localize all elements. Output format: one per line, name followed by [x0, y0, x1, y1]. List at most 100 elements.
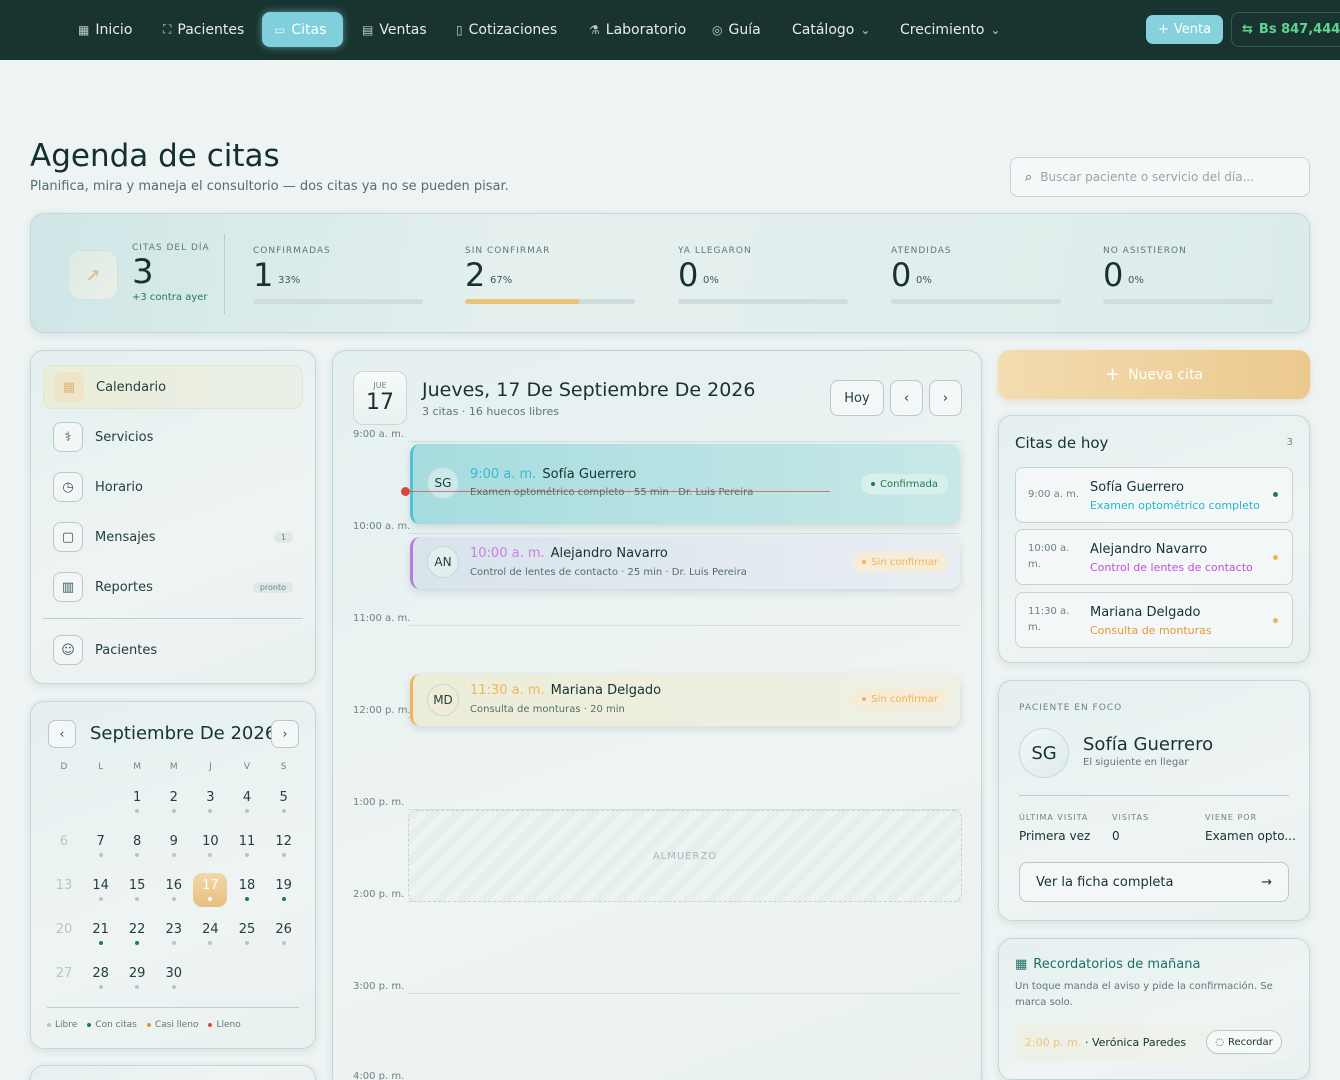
search-input[interactable] — [1040, 170, 1281, 184]
calendar-day[interactable]: 17 — [193, 873, 228, 907]
status-dot — [1273, 618, 1278, 623]
nav-cotizaciones[interactable]: ▯ Cotizaciones — [444, 12, 569, 47]
calendar-day[interactable]: 4 — [230, 785, 264, 819]
calendar-day[interactable]: 7 — [84, 829, 118, 863]
hour-line — [408, 993, 961, 994]
clock-icon: ◷ — [53, 472, 83, 502]
now-indicator-dot — [401, 487, 410, 496]
new-appointment-button[interactable]: + Nueva cita — [998, 350, 1310, 399]
availability-dot — [171, 941, 176, 945]
availability-dot — [245, 897, 249, 901]
legend-full: Lleno — [208, 1020, 240, 1030]
next-month-button[interactable]: › — [271, 720, 299, 748]
today-item[interactable]: 11:30 a. m. Mariana Delgado Consulta de … — [1015, 592, 1293, 648]
calendar-day[interactable]: 16 — [157, 873, 191, 907]
nav-catalogo[interactable]: Catálogo ⌄ — [780, 12, 882, 47]
calendar-day[interactable]: 24 — [193, 917, 227, 951]
sidebar-item-horario[interactable]: ◷ Horario — [43, 465, 303, 509]
today-item[interactable]: 10:00 a. m. Alejandro Navarro Control de… — [1015, 529, 1293, 585]
new-sale-button[interactable]: + Venta — [1146, 15, 1223, 44]
grid-icon: ▦ — [78, 22, 90, 37]
balance-button[interactable]: ⇆Bs 847,4442 — [1231, 12, 1340, 47]
nav-inicio[interactable]: ▦ Inicio — [66, 12, 144, 47]
appointment-card[interactable]: SG 9:00 a. m. Sofía Guerrero Examen optom… — [410, 444, 960, 524]
calendar-day[interactable]: 25 — [230, 917, 264, 951]
calendar-day[interactable]: 19 — [267, 873, 301, 907]
calendar-day[interactable]: 10 — [193, 829, 227, 863]
stat-label: NO ASISTIERON — [1103, 246, 1187, 256]
calendar-day[interactable]: 5 — [267, 785, 301, 819]
prev-day-button[interactable]: ‹ — [890, 380, 923, 416]
calendar-day[interactable]: 27 — [47, 961, 81, 995]
nav-pacientes[interactable]: ⛶ Pacientes — [151, 12, 256, 47]
message-count-badge: 1 — [273, 531, 293, 543]
calendar-day[interactable]: 9 — [157, 829, 191, 863]
reminder-name: · Verónica Paredes — [1085, 1036, 1187, 1049]
today-item[interactable]: 9:00 a. m. Sofía Guerrero Examen optomét… — [1015, 467, 1293, 523]
nav-citas[interactable]: ▭ Citas — [262, 12, 343, 47]
today-button[interactable]: Hoy — [830, 380, 884, 416]
calendar-day[interactable]: 3 — [193, 785, 227, 819]
availability-dot — [135, 853, 140, 857]
stat-label: YA LLEGARON — [678, 246, 752, 256]
calendar-day[interactable]: 8 — [120, 829, 154, 863]
nav-crecimiento[interactable]: Crecimiento ⌄ — [888, 12, 1013, 47]
chevron-left-icon: ‹ — [59, 726, 65, 742]
prev-month-button[interactable]: ‹ — [48, 720, 76, 748]
hour-line — [408, 533, 961, 534]
calendar-day[interactable]: 2 — [157, 785, 191, 819]
calendar-day[interactable]: 14 — [84, 873, 118, 907]
calendar-day[interactable]: 28 — [84, 961, 118, 995]
nav-guia[interactable]: ◎ Guía — [700, 12, 773, 47]
weekday-header: V — [243, 762, 251, 772]
appointment-detail: Examen optométrico completo · 55 min · D… — [470, 487, 754, 498]
remind-button[interactable]: ◌ Recordar — [1206, 1030, 1282, 1054]
visits-value: 0 — [1112, 829, 1120, 843]
calendar-month: Septiembre De 2026 — [90, 723, 277, 744]
availability-dot — [98, 985, 103, 989]
today-item-name: Mariana Delgado — [1090, 605, 1201, 620]
sidebar-item-pacientes[interactable]: ☺ Pacientes — [43, 628, 303, 672]
last-visit-value: Primera vez — [1019, 829, 1091, 843]
today-item-time: 9:00 a. m. — [1028, 489, 1080, 500]
flask-icon: ⚗ — [589, 22, 600, 37]
calendar-day[interactable]: 21 — [84, 917, 118, 951]
search-icon: ⌕ — [1025, 169, 1033, 185]
stat-bar — [891, 299, 1061, 304]
calendar-day[interactable]: 30 — [157, 961, 191, 995]
calendar-day[interactable]: 26 — [267, 917, 301, 951]
calendar-day[interactable]: 20 — [47, 917, 81, 951]
status-badge: Sin confirmar — [852, 552, 948, 572]
calendar-day[interactable]: 29 — [120, 961, 154, 995]
availability-dot — [281, 853, 286, 857]
nav-laboratorio[interactable]: ⚗ Laboratorio — [577, 12, 698, 47]
sidebar-item-calendario[interactable]: ▦ Calendario — [43, 365, 303, 409]
calendar-day[interactable]: 22 — [120, 917, 154, 951]
legend-almost-full: Casi lleno — [147, 1020, 199, 1030]
calendar-day[interactable]: 23 — [157, 917, 191, 951]
avatar: SG — [1019, 728, 1069, 778]
calendar-day[interactable]: 18 — [230, 873, 264, 907]
divider — [43, 618, 303, 619]
calendar-day[interactable]: 11 — [230, 829, 264, 863]
scan-icon: ⛶ — [163, 22, 172, 36]
today-appointments: Citas de hoy 3 9:00 a. m. Sofía Guerrero… — [998, 415, 1310, 663]
calendar-day[interactable]: 1 — [120, 785, 154, 819]
calendar-day[interactable]: 13 — [47, 873, 81, 907]
availability-dot — [208, 897, 213, 901]
appointment-card[interactable]: MD 11:30 a. m. Mariana Delgado Consulta d… — [410, 674, 960, 726]
plus-icon: + — [1157, 22, 1169, 37]
calendar-day[interactable]: 12 — [267, 829, 301, 863]
sidebar-item-servicios[interactable]: ⚕ Servicios — [43, 415, 303, 459]
sidebar-item-reportes[interactable]: ▥ Reportes pronto — [43, 565, 303, 609]
search-box[interactable]: ⌕ — [1010, 157, 1310, 197]
hour-label: 3:00 p. m. — [353, 981, 405, 992]
view-full-record-button[interactable]: Ver la ficha completa → — [1019, 862, 1289, 902]
availability-dot — [245, 941, 249, 945]
nav-ventas[interactable]: ▤ Ventas — [350, 12, 439, 47]
calendar-day[interactable]: 6 — [47, 829, 81, 863]
calendar-day[interactable]: 15 — [120, 873, 154, 907]
appointment-card[interactable]: AN 10:00 a. m. Alejandro Navarro Control … — [410, 537, 960, 589]
sidebar-item-mensajes[interactable]: ▢ Mensajes 1 — [43, 515, 303, 559]
next-day-button[interactable]: › — [929, 380, 962, 416]
